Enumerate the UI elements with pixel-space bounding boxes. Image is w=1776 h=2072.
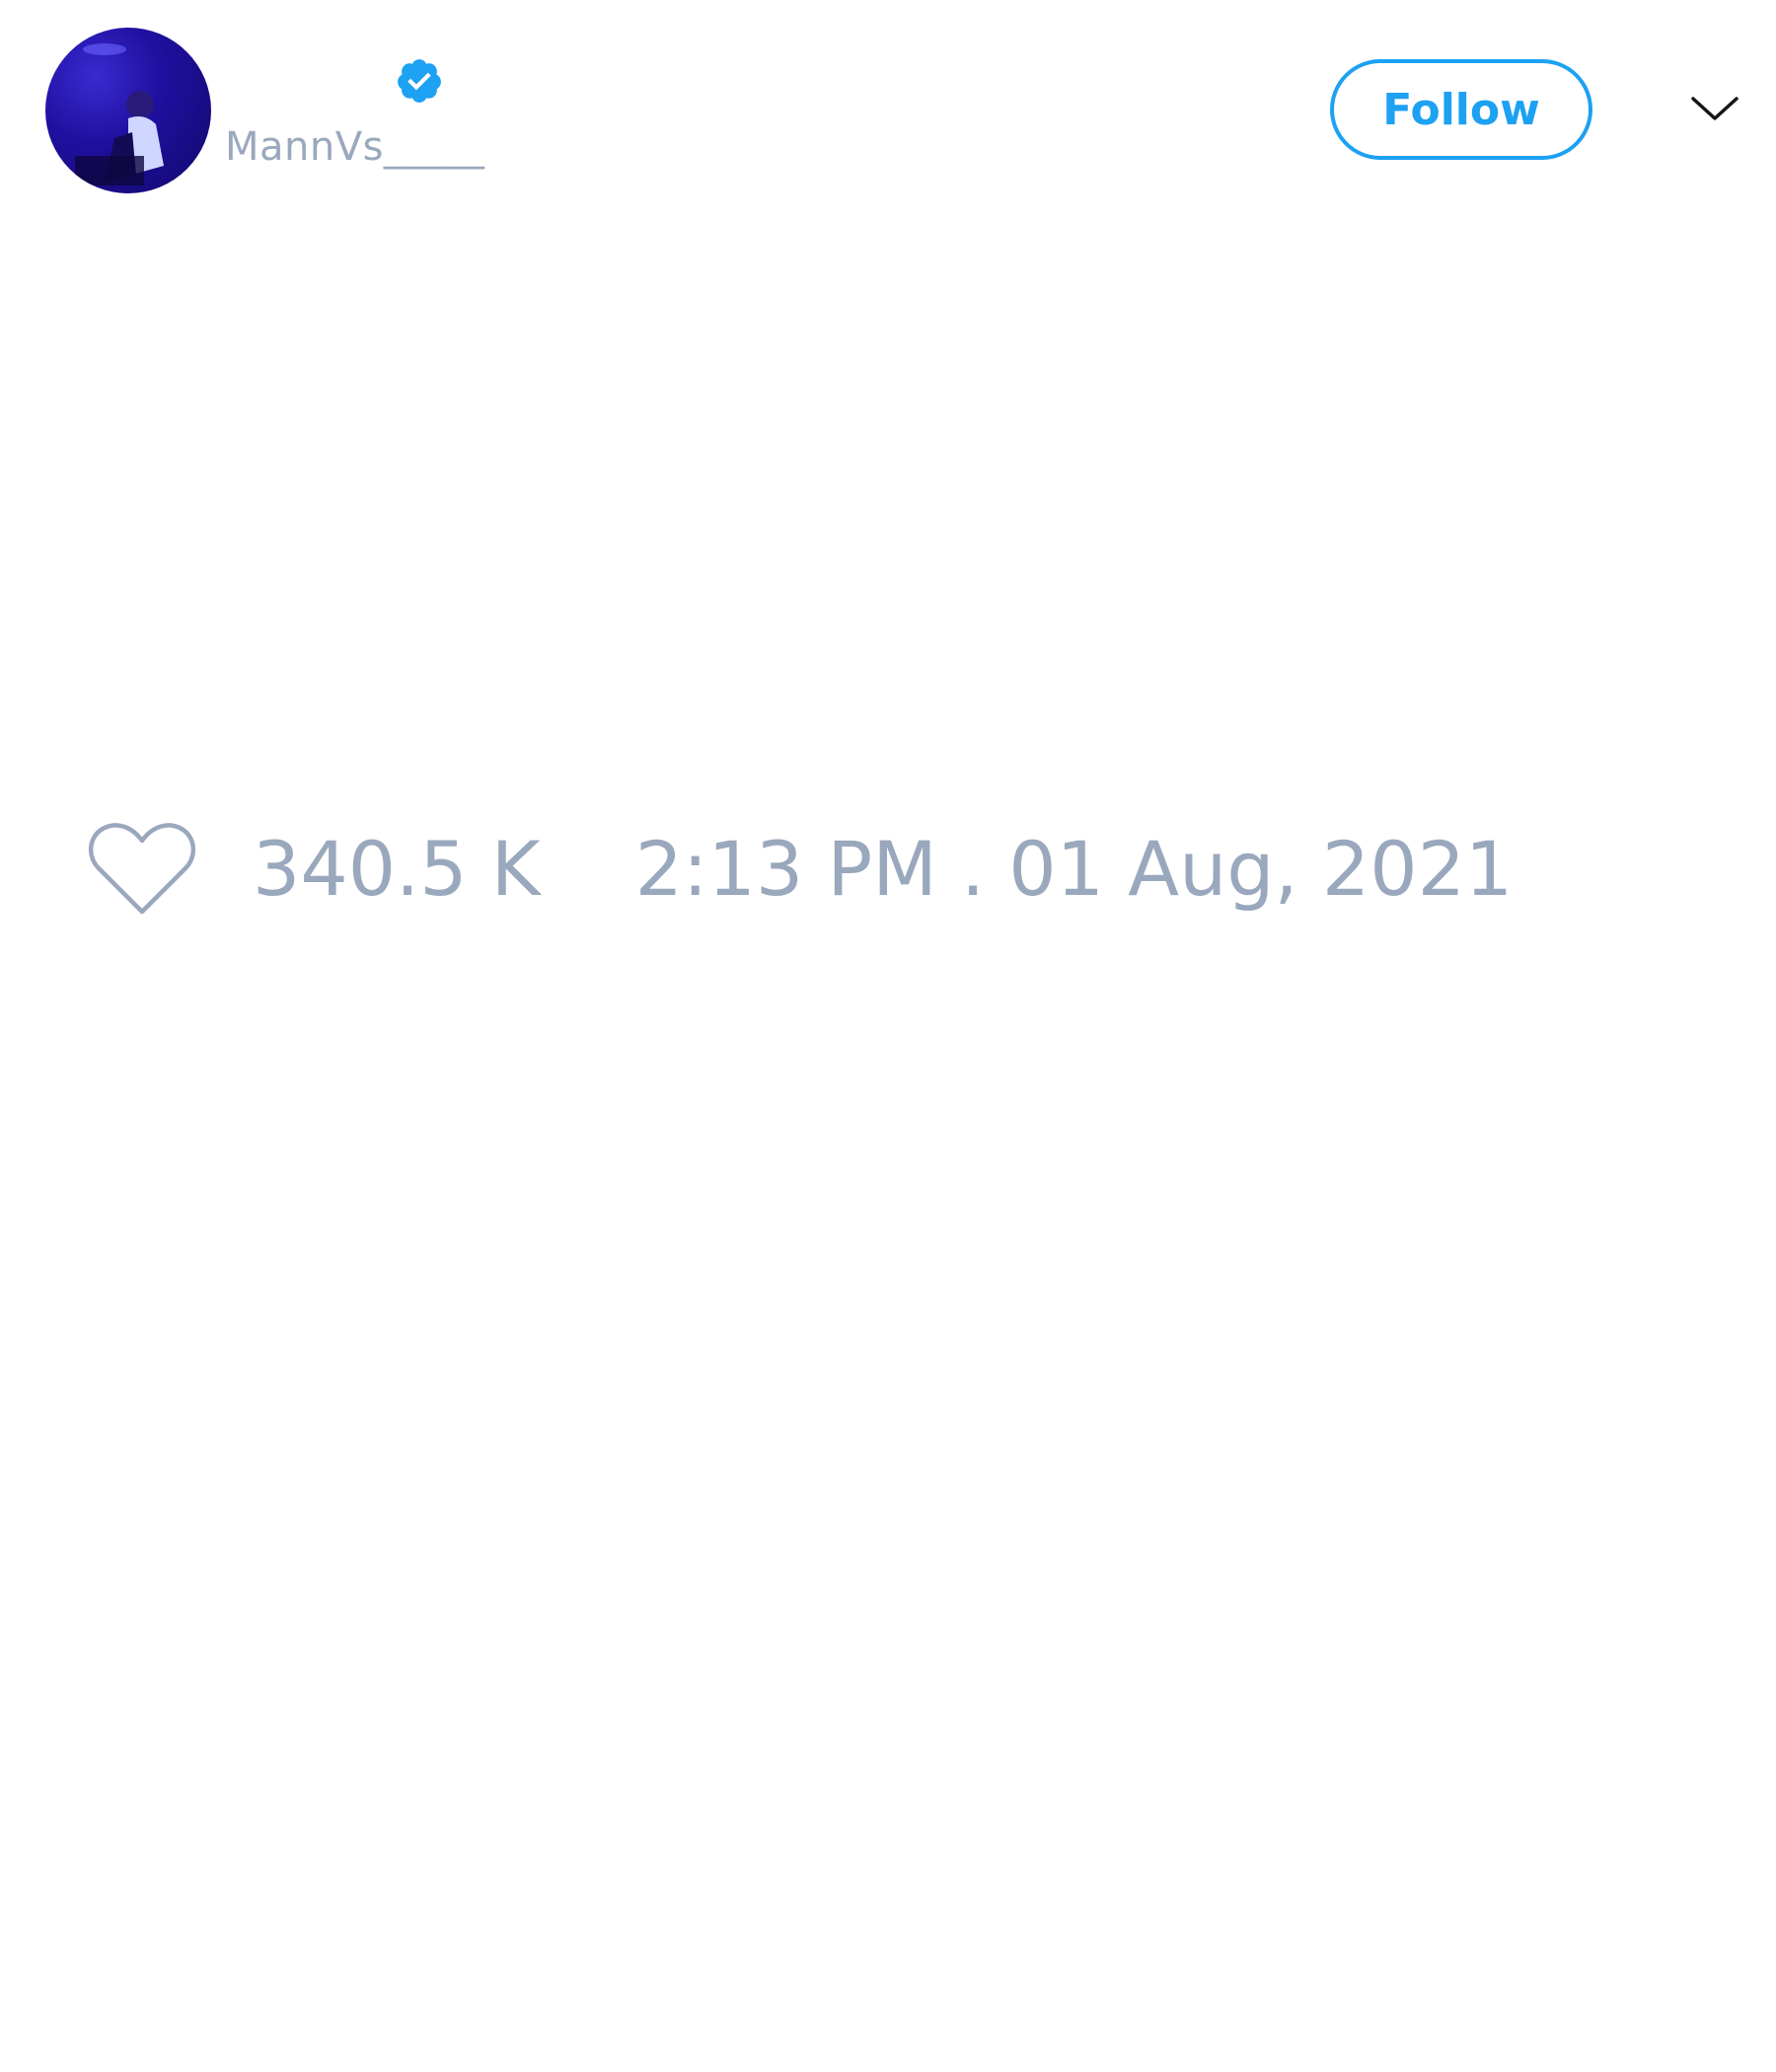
tweet-meta-row: 340.5 K 2:13 PM . 01 Aug, 2021 xyxy=(87,809,1513,927)
display-name[interactable] xyxy=(225,56,395,106)
user-handle[interactable]: MannVs_____ xyxy=(225,124,484,170)
tweet-timestamp[interactable]: 2:13 PM . 01 Aug, 2021 xyxy=(635,825,1514,913)
follow-button[interactable]: Follow xyxy=(1330,59,1592,160)
like-count: 340.5 K xyxy=(253,824,541,913)
verified-badge-icon xyxy=(395,56,444,106)
avatar[interactable] xyxy=(45,28,211,193)
profile-photo xyxy=(75,43,164,185)
heart-outline-icon[interactable] xyxy=(87,819,197,918)
display-name-row xyxy=(225,51,444,111)
tweet-header: MannVs_____ Follow xyxy=(0,0,1776,197)
chevron-down-icon[interactable] xyxy=(1689,89,1740,128)
